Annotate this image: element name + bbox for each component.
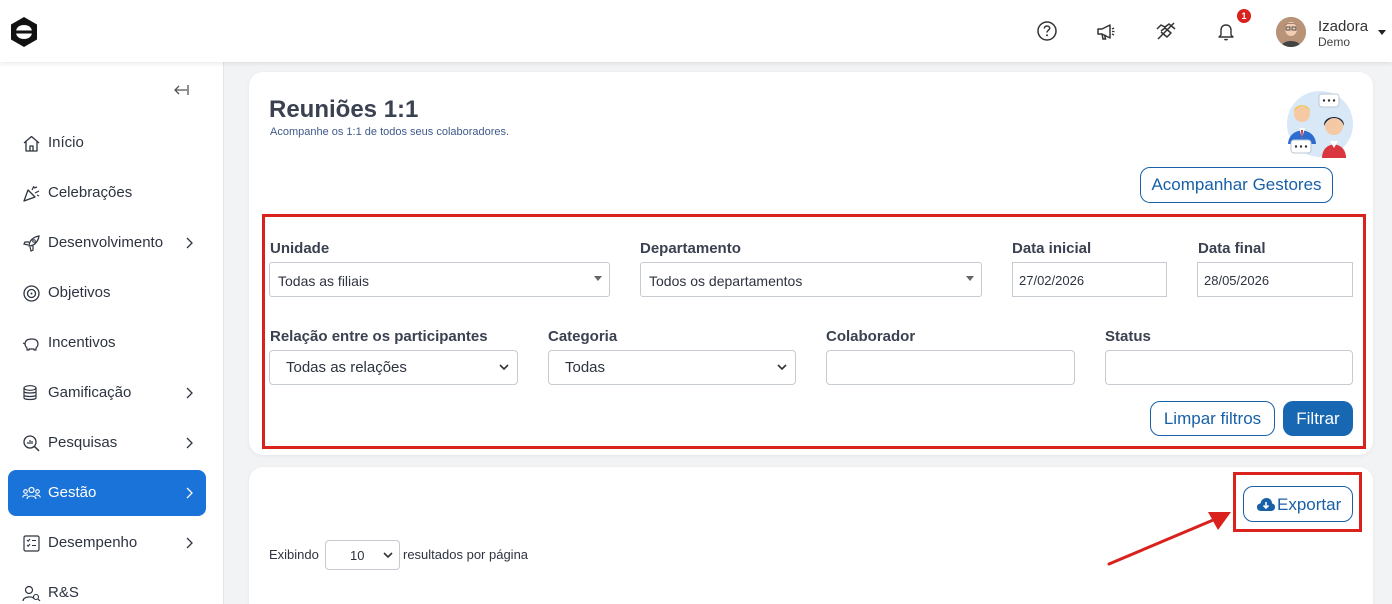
home-icon [23,135,40,152]
colaborador-label: Colaborador [826,328,916,345]
sidebar-item-rs[interactable]: R&S [8,570,206,604]
chevron-right-icon [186,437,193,449]
chevron-right-icon [186,237,193,249]
search-chart-icon [23,435,40,452]
data-final-label: Data final [1198,240,1266,257]
handshake-icon[interactable] [1155,20,1177,42]
sidebar-item-label: Gestão [48,484,97,501]
unidade-label: Unidade [270,240,330,257]
per-page-suffix: resultados por página [403,547,529,562]
page-title: Reuniões 1:1 [269,96,419,123]
categoria-value: Todas [565,359,606,376]
chevron-down-icon [499,364,509,371]
sidebar-item-pesquisas[interactable]: Pesquisas [8,420,206,466]
rocket-icon [23,235,40,252]
highlight-arrow-icon [1107,512,1231,566]
filters-card: Reuniões 1:1 Acompanhe os 1:1 de todos s… [249,72,1373,455]
user-photo-icon [1276,17,1306,47]
sidebar-item-label: Desenvolvimento [48,234,164,251]
sidebar-item-label: Gamificação [48,384,132,401]
sidebar-item-label: Celebrações [48,184,133,201]
sidebar-item-label: Pesquisas [48,434,118,451]
app-logo-icon[interactable] [10,16,38,48]
users-icon [22,486,41,500]
data-final-value: 28/05/2026 [1204,273,1270,288]
help-icon[interactable] [1036,20,1058,42]
top-bar: 1 Izadora Demo [0,0,1392,62]
chevron-down-icon [777,364,787,371]
track-managers-button[interactable]: Acompanhar Gestores [1140,167,1333,203]
dropdown-caret-icon [966,276,974,281]
categoria-label: Categoria [548,328,618,345]
page-subtitle: Acompanhe os 1:1 de todos seus colaborad… [270,126,510,138]
colaborador-input[interactable] [826,350,1075,385]
per-page-value: 10 [350,548,365,563]
data-final-input[interactable]: 28/05/2026 [1197,262,1353,297]
user-menu-caret-icon[interactable] [1378,30,1386,35]
departamento-label: Departamento [640,240,741,257]
filter-button[interactable]: Filtrar [1283,401,1353,436]
per-page-select[interactable]: 10 [325,540,400,570]
user-name[interactable]: Izadora [1318,18,1368,35]
target-icon [23,285,40,302]
sidebar-item-label: Início [48,134,84,151]
dropdown-caret-icon [594,276,602,281]
user-role: Demo [1318,35,1351,49]
status-label: Status [1105,328,1151,345]
sidebar-item-label: R&S [48,584,79,601]
user-search-icon [22,585,41,602]
unidade-value: Todas as filiais [278,273,370,289]
piggy-bank-icon [22,338,39,351]
departamento-value: Todos os departamentos [649,273,803,289]
sidebar-item-label: Desempenho [48,534,138,551]
relacao-select[interactable]: Todas as relações [269,350,518,385]
status-input[interactable] [1105,350,1353,385]
data-inicial-label: Data inicial [1012,240,1092,257]
megaphone-icon[interactable] [1095,20,1117,42]
showing-label: Exibindo [269,547,319,562]
chevron-right-icon [186,537,193,549]
sidebar-item-incentivos[interactable]: Incentivos [8,320,206,366]
sidebar-item-inicio[interactable]: Início [8,120,206,166]
categoria-select[interactable]: Todas [548,350,796,385]
relacao-value: Todas as relações [286,359,407,376]
departamento-select[interactable]: Todos os departamentos [640,262,982,297]
sidebar: Início Celebrações Desenvolvimento Objet… [0,62,224,604]
party-popper-icon [23,185,40,202]
sidebar-item-gamificacao[interactable]: Gamificação [8,370,206,416]
chevron-right-icon [186,387,193,399]
unidade-select[interactable]: Todas as filiais [269,262,610,297]
sidebar-item-gestao[interactable]: Gestão [8,470,206,516]
data-inicial-value: 27/02/2026 [1019,273,1085,288]
bell-icon[interactable] [1215,20,1237,42]
export-label: Exportar [1277,495,1342,514]
checklist-icon [23,535,40,552]
clear-filters-button[interactable]: Limpar filtros [1150,401,1275,436]
relacao-label: Relação entre os participantes [270,328,488,345]
sidebar-item-desempenho[interactable]: Desempenho [8,520,206,566]
avatar[interactable] [1276,17,1306,47]
chevron-down-icon [383,552,393,559]
chevron-right-icon [186,487,193,499]
sidebar-item-celebracoes[interactable]: Celebrações [8,170,206,216]
notification-badge: 1 [1237,9,1251,23]
coins-icon [23,385,37,401]
sidebar-item-desenvolvimento[interactable]: Desenvolvimento [8,220,206,266]
export-button[interactable]: Exportar [1243,486,1353,522]
sidebar-item-objetivos[interactable]: Objetivos [8,270,206,316]
sidebar-item-label: Incentivos [48,334,116,351]
sidebar-item-label: Objetivos [48,284,111,301]
meeting-illustration-icon [1287,91,1353,158]
data-inicial-input[interactable]: 27/02/2026 [1012,262,1167,297]
cloud-download-icon [1257,498,1275,511]
collapse-sidebar-icon[interactable] [172,82,190,98]
